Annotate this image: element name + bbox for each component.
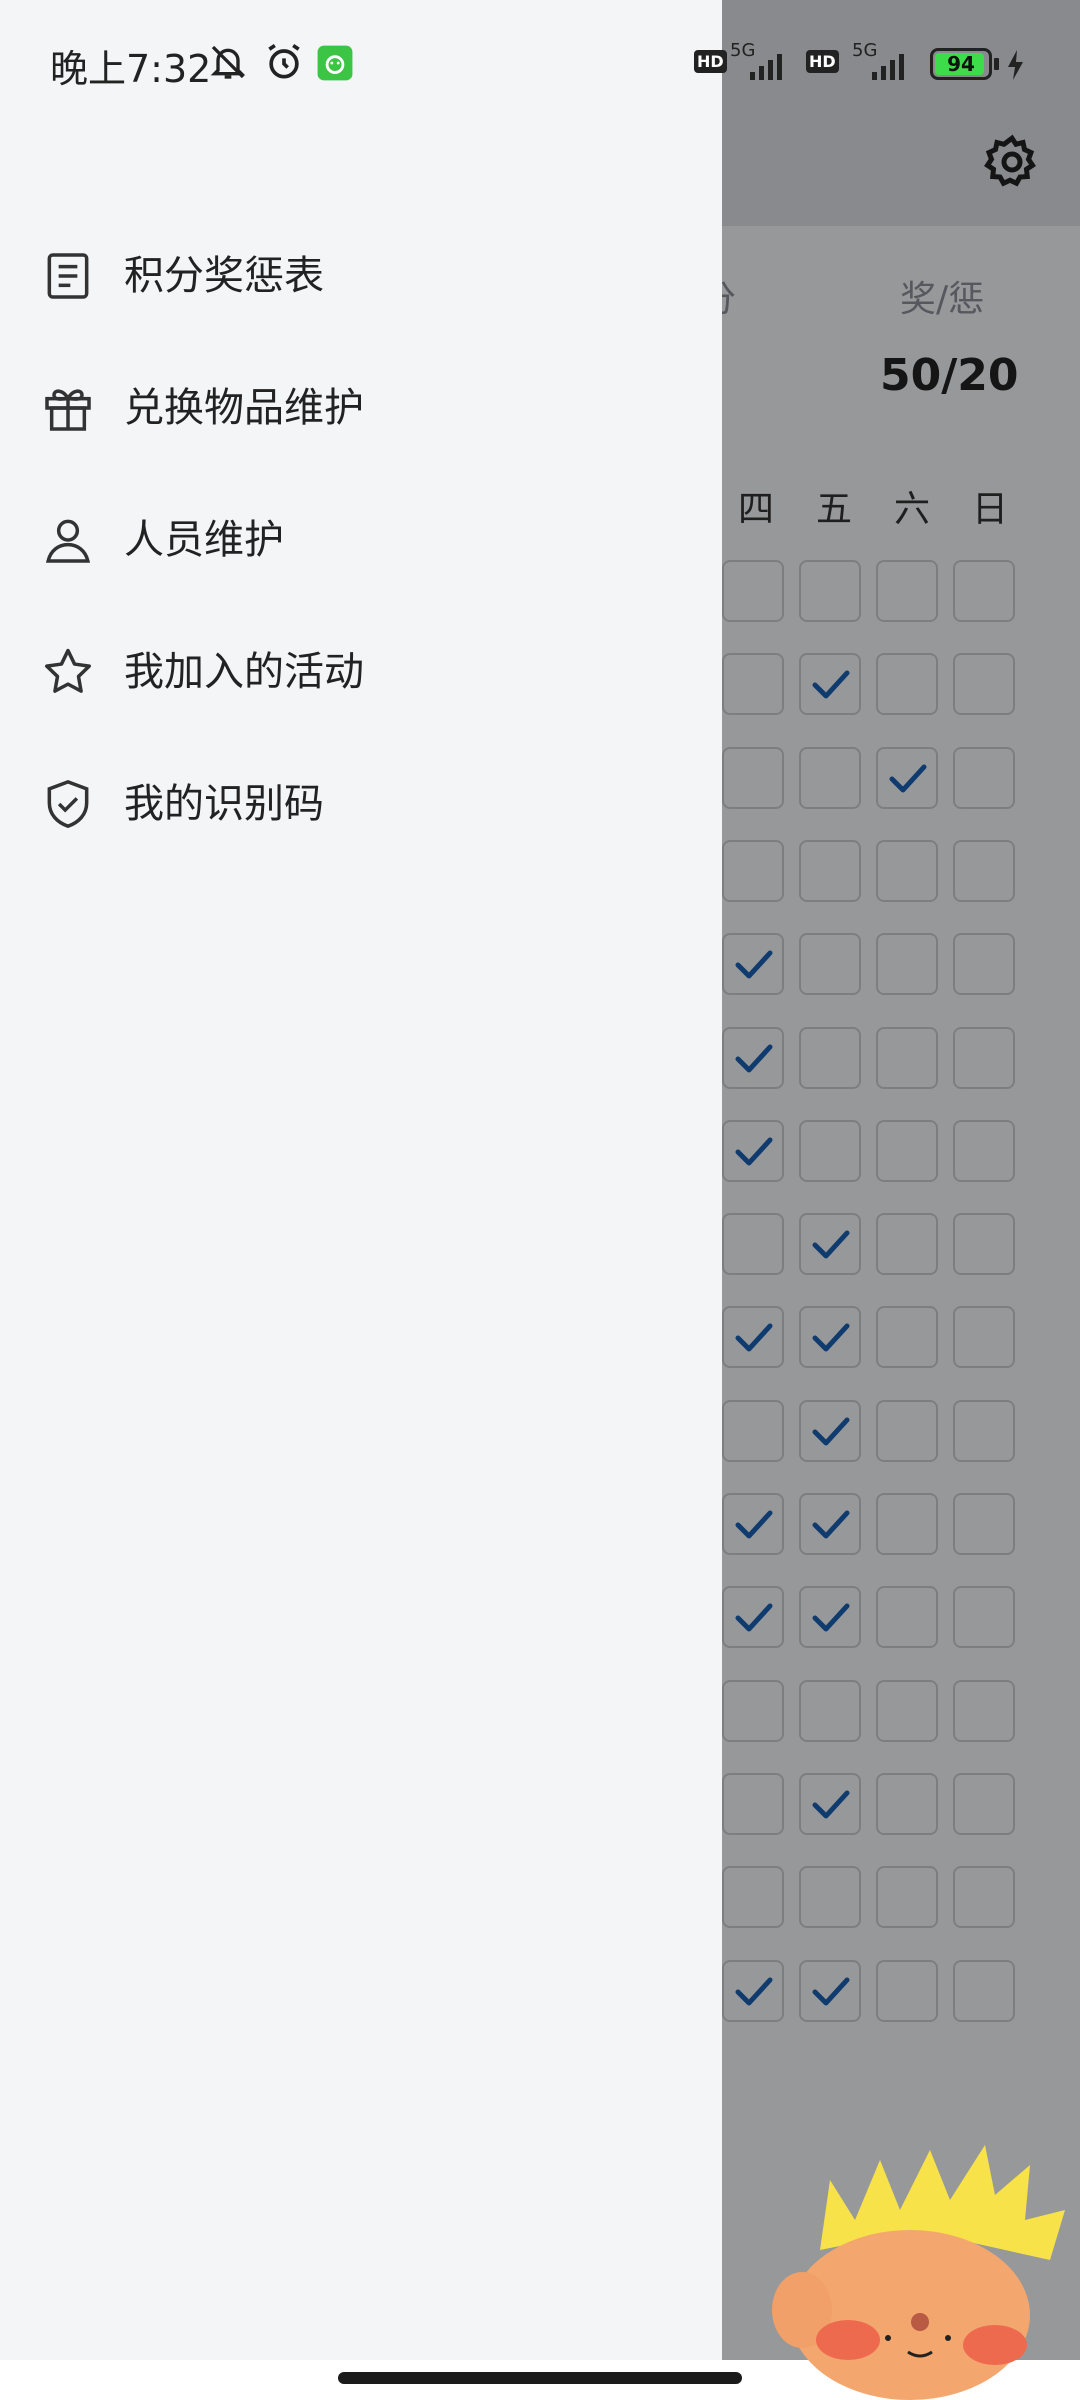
star-icon: [45, 648, 91, 693]
signal-icon: [872, 54, 904, 80]
menu-item-personnel[interactable]: 人员维护: [0, 484, 722, 594]
menu-item-my-activities[interactable]: 我加入的活动: [0, 616, 722, 726]
status-time: 晚上7:32: [50, 47, 212, 91]
navigation-drawer: 积分奖惩表 兑换物品维护 人员维护 我加入的活动 我的识别码: [0, 0, 722, 2360]
shield-check-icon: [47, 779, 89, 829]
hd-badge: HD: [694, 50, 727, 73]
menu-item-label: 兑换物品维护: [124, 385, 364, 431]
bell-muted-icon: [210, 45, 246, 79]
app-notification-icon: [317, 45, 353, 81]
alarm-icon: [268, 43, 300, 79]
cartoon-face-sticker: [772, 2145, 1065, 2400]
signal-icon: [750, 54, 782, 80]
menu-item-label: 我加入的活动: [124, 649, 364, 695]
menu-item-points-table[interactable]: 积分奖惩表: [0, 220, 722, 330]
charging-icon: [1008, 50, 1023, 80]
battery-icon: 94: [930, 48, 992, 80]
hd-badge: HD: [806, 50, 839, 73]
list-icon: [47, 253, 89, 299]
battery-percent: 94: [947, 52, 975, 76]
home-gesture-bar[interactable]: [338, 2372, 742, 2384]
person-icon: [45, 519, 91, 563]
gift-icon: [45, 389, 91, 431]
menu-item-label: 积分奖惩表: [124, 253, 324, 299]
battery-tip: [994, 58, 999, 70]
menu-item-exchange-items[interactable]: 兑换物品维护: [0, 352, 722, 462]
status-bar: 晚上7:32 HD 5G HD 5G 94: [0, 0, 1080, 130]
menu-item-label: 人员维护: [124, 517, 284, 563]
menu-item-my-id-code[interactable]: 我的识别码: [0, 748, 722, 858]
menu-item-label: 我的识别码: [124, 781, 324, 827]
